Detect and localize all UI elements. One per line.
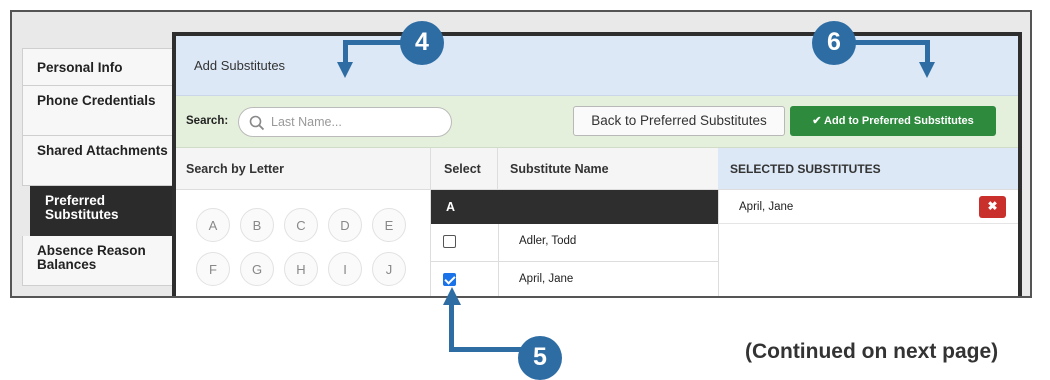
select-checkbox[interactable] — [443, 273, 456, 286]
list-item: April, Jane ✖ — [719, 190, 1018, 224]
callout-badge-5: 5 — [518, 336, 562, 380]
selected-substitute-name: April, Jane — [739, 201, 794, 213]
callout-4-line — [343, 40, 348, 64]
panel-title: Add Substitutes — [176, 36, 1018, 96]
back-to-preferred-button[interactable]: Back to Preferred Substitutes — [573, 106, 785, 136]
callout-badge-4: 4 — [400, 21, 444, 65]
letter-button-j[interactable]: J — [372, 252, 406, 286]
tab-shared-attachments[interactable]: Shared Attachments — [22, 136, 182, 186]
column-divider — [498, 224, 499, 262]
add-to-preferred-button[interactable]: ✔ Add to Preferred Substitutes — [790, 106, 996, 136]
add-substitutes-panel: Add Substitutes Search: Last Name... Bac… — [172, 32, 1022, 296]
letter-button-a[interactable]: A — [196, 208, 230, 242]
column-search-by-letter: Search by Letter — [176, 148, 431, 190]
callout-6-line — [925, 40, 930, 64]
letter-button-b[interactable]: B — [240, 208, 274, 242]
callout-6-line — [855, 40, 930, 45]
letter-button-h[interactable]: H — [284, 252, 318, 286]
column-select: Select — [431, 148, 498, 190]
letter-button-c[interactable]: C — [284, 208, 318, 242]
arrow-down-icon — [337, 62, 353, 78]
substitute-name: April, Jane — [519, 273, 574, 285]
remove-button[interactable]: ✖ — [979, 196, 1006, 218]
callout-5-line — [449, 303, 454, 351]
search-input[interactable]: Last Name... — [238, 107, 452, 137]
search-label: Search: — [186, 115, 229, 127]
continued-note: (Continued on next page) — [745, 340, 999, 363]
letter-button-g[interactable]: G — [240, 252, 274, 286]
letter-button-e[interactable]: E — [372, 208, 406, 242]
screenshot-frame: Personal Info Phone Credentials Shared A… — [10, 10, 1032, 298]
column-selected-substitutes: SELECTED SUBSTITUTES — [718, 148, 1018, 190]
callout-4-line — [343, 40, 401, 45]
tab-absence-reason-balances[interactable]: Absence Reason Balances — [22, 236, 182, 286]
table-row: April, Jane — [431, 262, 718, 296]
table-row: Adler, Todd — [431, 224, 718, 262]
callout-5-line — [449, 347, 524, 352]
letter-group-header: A — [431, 190, 718, 224]
callout-badge-6: 6 — [812, 21, 856, 65]
substitute-name: Adler, Todd — [519, 235, 577, 247]
search-icon — [249, 115, 265, 131]
tab-preferred-substitutes[interactable]: Preferred Substitutes — [30, 186, 182, 236]
selected-substitutes-list: April, Jane ✖ — [718, 190, 1018, 296]
letter-button-d[interactable]: D — [328, 208, 362, 242]
tab-personal-info[interactable]: Personal Info — [22, 48, 182, 86]
tab-phone-credentials[interactable]: Phone Credentials — [22, 86, 182, 136]
letter-button-i[interactable]: I — [328, 252, 362, 286]
letter-filter: A B C D E F G H I J — [176, 190, 431, 296]
column-divider — [498, 262, 499, 296]
arrow-down-icon — [919, 62, 935, 78]
search-bar: Search: Last Name... Back to Preferred S… — [176, 96, 1018, 148]
search-placeholder: Last Name... — [271, 115, 342, 129]
column-substitute-name: Substitute Name — [498, 148, 718, 190]
letter-button-f[interactable]: F — [196, 252, 230, 286]
profile-tabs: Personal Info Phone Credentials Shared A… — [22, 48, 182, 286]
select-checkbox[interactable] — [443, 235, 456, 248]
